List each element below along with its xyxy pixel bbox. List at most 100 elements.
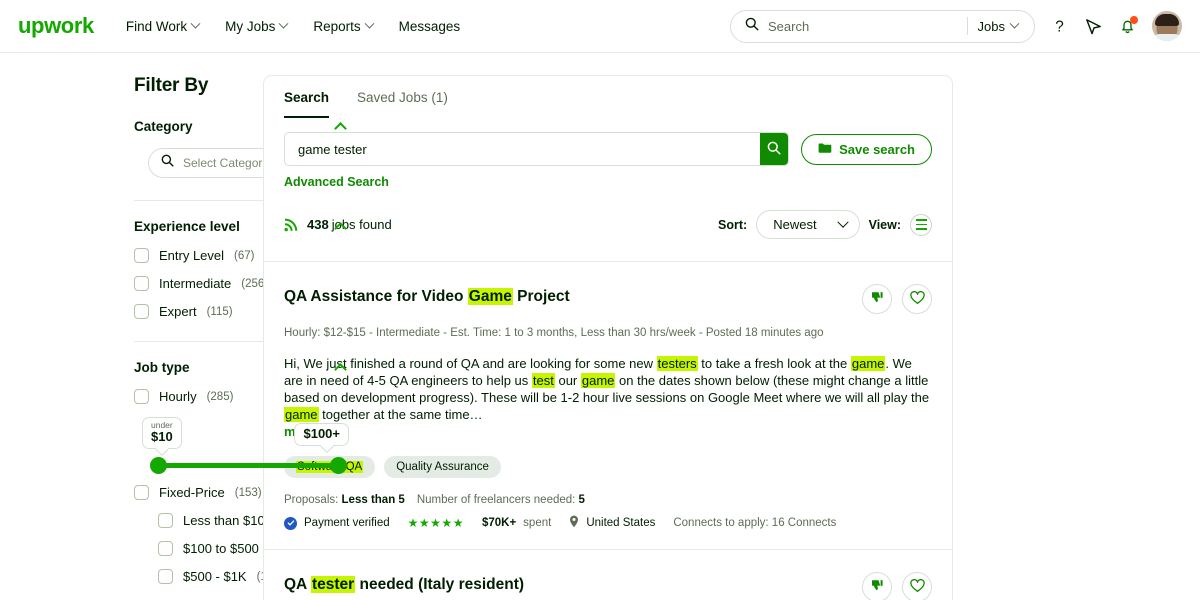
global-search-bar[interactable]: Jobs bbox=[730, 10, 1035, 43]
jobtype-heading: Job type bbox=[134, 360, 190, 375]
nav-label: Reports bbox=[313, 19, 360, 34]
checkbox-label: Fixed-Price bbox=[159, 485, 225, 500]
user-avatar[interactable] bbox=[1152, 11, 1182, 41]
job-title[interactable]: QA Assistance for Video Game Project bbox=[284, 284, 862, 306]
save-job-heart-button[interactable] bbox=[902, 572, 932, 600]
chevron-down-icon bbox=[1010, 18, 1020, 28]
nav-item-find-work[interactable]: Find Work bbox=[126, 19, 199, 34]
tab-saved-jobs[interactable]: Saved Jobs (1) bbox=[357, 90, 448, 118]
main-content: Search Saved Jobs (1) bbox=[255, 53, 1200, 600]
help-question-icon[interactable]: ? bbox=[1051, 17, 1068, 35]
proposals-label: Proposals: bbox=[284, 494, 342, 506]
job-title-after: Project bbox=[513, 288, 570, 305]
checkbox-icon[interactable] bbox=[134, 304, 149, 319]
desc-seg-highlight: game bbox=[851, 356, 886, 371]
page-body: Filter By Category Experience level bbox=[0, 53, 1200, 600]
checkbox-label: Intermediate bbox=[159, 276, 231, 291]
job-card-header: QA Assistance for Video Game Project bbox=[284, 284, 932, 314]
save-job-heart-button[interactable] bbox=[902, 284, 932, 314]
heart-icon bbox=[910, 291, 925, 308]
svg-text:?: ? bbox=[1055, 18, 1064, 35]
checkbox-label: Entry Level bbox=[159, 248, 224, 263]
save-search-label: Save search bbox=[839, 142, 915, 157]
client-rating-stars: ★★★★★ bbox=[408, 516, 464, 530]
upwork-logo[interactable]: upwork bbox=[18, 15, 94, 37]
nav-item-my-jobs[interactable]: My Jobs bbox=[225, 19, 287, 34]
search-icon bbox=[745, 17, 759, 36]
folder-icon bbox=[818, 142, 832, 157]
filter-by-title: Filter By bbox=[134, 75, 255, 97]
checkbox-icon[interactable] bbox=[134, 389, 149, 404]
job-title-highlight: Game bbox=[468, 288, 513, 305]
job-search-field[interactable] bbox=[284, 132, 789, 166]
sort-selected-value: Newest bbox=[773, 217, 816, 232]
notification-bell-icon[interactable] bbox=[1119, 17, 1136, 35]
client-spent-suffix: spent bbox=[523, 517, 551, 529]
desc-seg-highlight: game bbox=[581, 373, 616, 388]
slider-min-handle[interactable] bbox=[150, 457, 167, 474]
checkbox-icon[interactable] bbox=[158, 513, 173, 528]
search-icon bbox=[767, 141, 781, 158]
payment-verified-icon bbox=[284, 517, 297, 530]
cursor-arrow-icon[interactable] bbox=[1084, 17, 1103, 36]
skill-tag[interactable]: Quality Assurance bbox=[384, 456, 501, 478]
header-actions: Jobs ? bbox=[730, 10, 1182, 43]
checkbox-icon[interactable] bbox=[158, 569, 173, 584]
notification-badge-dot bbox=[1130, 16, 1138, 24]
thumbs-down-icon bbox=[870, 579, 884, 596]
connects-required: Connects to apply: 16 Connects bbox=[673, 517, 836, 529]
desc-seg-highlight: testers bbox=[657, 356, 698, 371]
save-search-button[interactable]: Save search bbox=[801, 134, 932, 165]
nav-item-reports[interactable]: Reports bbox=[313, 19, 372, 34]
job-trust-line: Payment verified ★★★★★ $70K+ spent Unite… bbox=[284, 515, 932, 531]
chevron-down-icon bbox=[364, 18, 374, 28]
tab-search[interactable]: Search bbox=[284, 90, 329, 118]
search-scope-dropdown[interactable]: Jobs bbox=[978, 19, 1028, 34]
checkbox-label: Hourly bbox=[159, 389, 197, 404]
avatar-shirt bbox=[1152, 34, 1182, 41]
desc-seg: to take a fresh look at the bbox=[698, 356, 851, 371]
checkbox-count: (67) bbox=[234, 250, 254, 262]
advanced-search-link[interactable]: Advanced Search bbox=[264, 166, 409, 189]
chevron-down-icon bbox=[279, 18, 289, 28]
slider-track[interactable] bbox=[156, 463, 341, 468]
dislike-job-button[interactable] bbox=[862, 572, 892, 600]
checkbox-icon[interactable] bbox=[158, 541, 173, 556]
page-root: upwork Find Work My Jobs Reports Message… bbox=[0, 0, 1200, 600]
job-title[interactable]: QA tester needed (Italy resident) bbox=[284, 572, 862, 594]
chevron-down-icon bbox=[837, 216, 848, 227]
list-view-icon bbox=[916, 219, 927, 229]
rss-feed-icon[interactable] bbox=[284, 218, 298, 232]
freelancers-label: Number of freelancers needed: bbox=[417, 494, 579, 506]
job-title-highlight: tester bbox=[311, 576, 355, 593]
client-location: United States bbox=[586, 517, 655, 529]
checkbox-icon[interactable] bbox=[134, 248, 149, 263]
search-submit-button[interactable] bbox=[760, 133, 788, 165]
slider-max-value: $100+ bbox=[303, 427, 340, 441]
job-card-actions bbox=[862, 572, 932, 600]
search-divider bbox=[967, 17, 968, 35]
job-card[interactable]: QA Assistance for Video Game Project bbox=[264, 261, 952, 549]
hourly-rate-range-slider[interactable]: under $10 $100+ bbox=[134, 417, 349, 479]
dislike-job-button[interactable] bbox=[862, 284, 892, 314]
desc-seg-highlight: test bbox=[532, 373, 555, 388]
global-search-input[interactable] bbox=[768, 19, 963, 34]
search-results-panel: Search Saved Jobs (1) bbox=[263, 75, 953, 600]
job-search-input[interactable] bbox=[285, 133, 760, 165]
job-search-row: Save search bbox=[264, 118, 952, 166]
freelancers-value: 5 bbox=[579, 494, 585, 506]
category-heading: Category bbox=[134, 119, 193, 134]
checkbox-icon[interactable] bbox=[134, 485, 149, 500]
view-toggle-button[interactable] bbox=[910, 214, 932, 236]
nav-item-messages[interactable]: Messages bbox=[399, 19, 461, 34]
job-card[interactable]: QA tester needed (Italy resident) bbox=[264, 549, 952, 600]
sort-and-view-controls: Sort: Newest View: bbox=[718, 210, 932, 239]
sort-dropdown[interactable]: Newest bbox=[756, 210, 859, 239]
jobs-found-count: 438 bbox=[307, 217, 329, 232]
checkbox-count: (285) bbox=[207, 391, 234, 403]
checkbox-icon[interactable] bbox=[134, 276, 149, 291]
slider-max-handle[interactable] bbox=[330, 457, 347, 474]
job-card-actions bbox=[862, 284, 932, 314]
experience-heading: Experience level bbox=[134, 219, 240, 234]
panel-tabs: Search Saved Jobs (1) bbox=[264, 76, 952, 118]
